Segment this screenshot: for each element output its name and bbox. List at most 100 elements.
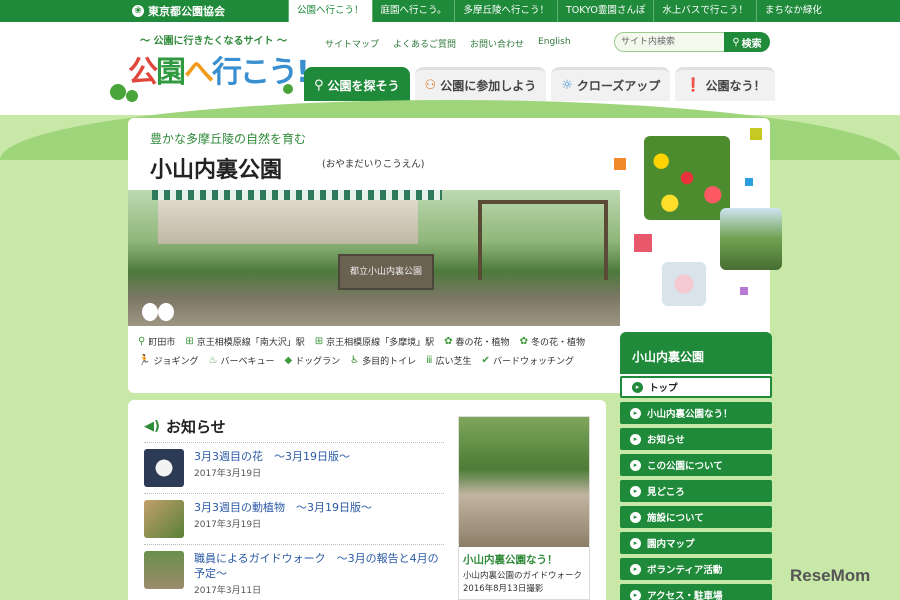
promo-date: 2016年8月13日撮影 <box>463 584 544 594</box>
top-bar: ❀ 東京都公園協会 公園へ行こう！ 庭園へ行こう。 多摩丘陵へ行こう！ TOKY… <box>0 0 900 22</box>
info-station-1[interactable]: ⊞ 京王相模原線「南大沢」駅 <box>185 335 304 348</box>
info-winter-flowers[interactable]: ✿ 冬の花・植物 <box>520 335 585 348</box>
tab-join-park[interactable]: ⚇ 公園に参加しよう <box>414 67 547 101</box>
decor-square <box>634 234 652 252</box>
logo-char-3: へ <box>184 55 214 90</box>
contact-link[interactable]: お問い合わせ <box>470 37 524 50</box>
promo-photo <box>459 417 589 547</box>
news-headline[interactable]: 3月3週目の動植物 〜3月19日版〜 <box>194 500 372 515</box>
pond-photo <box>720 208 782 270</box>
news-headline[interactable]: 3月3週目の花 〜3月19日版〜 <box>194 449 350 464</box>
news-list: 3月3週目の花 〜3月19日版〜 2017年3月19日 3月3週目の動植物 〜3… <box>144 442 444 600</box>
top-nav: 公園へ行こう！ 庭園へ行こう。 多摩丘陵へ行こう！ TOKYO霊園さんぽ 水上バ… <box>288 0 830 22</box>
news-headline[interactable]: 職員によるガイドウォーク 〜3月の報告と4月の予定〜 <box>194 551 444 581</box>
sidemenu-item-map[interactable]: 園内マップ <box>620 532 772 554</box>
top-nav-garden[interactable]: 庭園へ行こう。 <box>371 0 455 22</box>
top-nav-cemetery[interactable]: TOKYO霊園さんぽ <box>556 0 653 22</box>
bird-icon: ✔ <box>481 355 490 366</box>
sidemenu-item-now[interactable]: 小山内裏公園なう！ <box>620 402 772 424</box>
sitemap-link[interactable]: サイトマップ <box>325 37 379 50</box>
decor-square <box>745 178 753 186</box>
info-location[interactable]: ⚲ 町田市 <box>138 335 175 348</box>
news-section: ◀) お知らせ 3月3週目の花 〜3月19日版〜 2017年3月19日 3月3週… <box>128 400 606 600</box>
tab-park-now[interactable]: ❗ 公園なう！ <box>675 67 776 101</box>
search-input[interactable]: サイト内検索 <box>614 32 726 52</box>
info-lawn[interactable]: ⅲ 広い芝生 <box>426 354 471 367</box>
news-date: 2017年3月19日 <box>194 520 262 530</box>
sidemenu: トップ 小山内裏公園なう！ お知らせ この公園について 見どころ 施設について … <box>620 376 772 600</box>
top-nav-tama[interactable]: 多摩丘陵へ行こう！ <box>454 0 557 22</box>
tree-decoration-icon <box>142 303 174 325</box>
exclamation-icon: ❗ <box>685 78 702 93</box>
sidemenu-item-highlights[interactable]: 見どころ <box>620 480 772 502</box>
lightbulb-icon: ☼ <box>561 78 573 93</box>
tulip-photo <box>644 136 730 220</box>
site-logo[interactable]: 公園へ行こう! <box>128 47 310 91</box>
photo-pergola <box>478 200 608 280</box>
promo-title: 小山内裏公園なう！ <box>463 554 558 566</box>
sidemenu-item-top[interactable]: トップ <box>620 376 772 398</box>
runner-icon: 🏃 <box>138 355 151 366</box>
info-bbq[interactable]: ♨ バーベキュー <box>208 354 274 367</box>
sidemenu-item-volunteer[interactable]: ボランティア活動 <box>620 558 772 580</box>
tree-icon <box>126 90 138 102</box>
search-button[interactable]: ⚲ 検索 <box>724 32 770 52</box>
grass-icon: ⅲ <box>426 355 433 366</box>
sidemenu-item-news[interactable]: お知らせ <box>620 428 772 450</box>
info-jogging[interactable]: 🏃 ジョギング <box>138 354 198 367</box>
sidemenu-item-about[interactable]: この公園について <box>620 454 772 476</box>
tab-closeup[interactable]: ☼ クローズアップ <box>551 67 671 101</box>
search-icon: ⚲ <box>732 36 740 48</box>
park-reading: (おやまだいりこうえん) <box>322 159 425 170</box>
search-icon: ⚲ <box>314 78 324 93</box>
news-item[interactable]: 3月3週目の動植物 〜3月19日版〜 2017年3月19日 <box>144 493 444 544</box>
news-thumb <box>144 449 184 487</box>
logo-char-4: 行こう! <box>212 55 310 90</box>
info-spring-flowers[interactable]: ✿ 春の花・植物 <box>444 335 509 348</box>
people-icon: ⚇ <box>424 78 437 93</box>
sidemenu-item-access[interactable]: アクセス・駐車場 <box>620 584 772 600</box>
org-link[interactable]: ❀ 東京都公園協会 <box>132 0 225 22</box>
news-thumb <box>144 551 184 589</box>
park-subtitle: 豊かな多摩丘陵の自然を育む <box>150 132 307 146</box>
info-birdwatching[interactable]: ✔ バードウォッチング <box>482 354 574 367</box>
flower-icon: ✿ <box>519 336 528 347</box>
tab-label: クローズアップ <box>576 79 661 93</box>
watermark-logo: ReseMom <box>790 566 871 585</box>
info-dogrun[interactable]: ◆ ドッグラン <box>284 354 340 367</box>
park-info: ⚲ 町田市 ⊞ 京王相模原線「南大沢」駅 ⊞ 京王相模原線「多摩境」駅 ✿ 春の花・植物… <box>138 335 618 373</box>
news-title: お知らせ <box>165 418 226 436</box>
train-icon: ⊞ <box>185 336 194 347</box>
sidemenu-item-facilities[interactable]: 施設について <box>620 506 772 528</box>
news-item[interactable]: 3月3週目の花 〜3月19日版〜 2017年3月19日 <box>144 442 444 493</box>
speaker-icon: ◀) <box>144 419 160 434</box>
news-item[interactable]: 職員によるガイドウォーク 〜3月の報告と4月の予定〜 2017年3月11日 <box>144 544 444 600</box>
english-link[interactable]: English <box>538 37 571 50</box>
info-row-access: ⚲ 町田市 ⊞ 京王相模原線「南大沢」駅 ⊞ 京王相模原線「多摩境」駅 ✿ 春の花・植物… <box>138 335 618 348</box>
tree-icon <box>283 84 293 94</box>
info-toilet[interactable]: ♿ 多目的トイレ <box>350 354 416 367</box>
tab-label: 公園を探そう <box>327 79 400 93</box>
park-now-promo[interactable]: 小山内裏公園なう！ 小山内裏公園のガイドウォーク 2016年8月13日撮影 <box>458 416 590 600</box>
top-nav-waterbus[interactable]: 水上バスで行こう！ <box>653 0 756 22</box>
top-nav-greening[interactable]: まちなか緑化 <box>755 0 830 22</box>
org-name: 東京都公園協会 <box>148 5 225 18</box>
info-station-2[interactable]: ⊞ 京王相模原線「多摩境」駅 <box>315 335 434 348</box>
top-nav-park[interactable]: 公園へ行こう！ <box>288 0 372 22</box>
logo-char-1: 公 <box>128 55 158 90</box>
tree-icon <box>110 84 126 100</box>
tab-find-park[interactable]: ⚲ 公園を探そう <box>304 67 410 101</box>
main-tabs: ⚲ 公園を探そう ⚇ 公園に参加しよう ☼ クローズアップ ❗ 公園なう！ <box>304 67 776 101</box>
decor-square <box>614 158 626 170</box>
utility-links: サイトマップ よくあるご質問 お問い合わせ English <box>325 37 571 50</box>
decor-square <box>750 128 762 140</box>
photo-roof <box>152 190 442 200</box>
faq-link[interactable]: よくあるご質問 <box>393 37 456 50</box>
org-logo-icon: ❀ <box>132 5 144 17</box>
search-button-label: 検索 <box>741 38 762 50</box>
info-row-facilities: 🏃 ジョギング ♨ バーベキュー ◆ ドッグラン ♿ 多目的トイレ ⅲ 広い芝生 ✔ バード… <box>138 354 618 367</box>
promo-desc: 小山内裏公園のガイドウォーク <box>463 571 583 581</box>
dog-icon: ◆ <box>284 355 293 366</box>
tagline: 〜 公園に行きたくなるサイト 〜 <box>140 36 287 47</box>
news-heading: ◀) お知らせ <box>144 416 226 437</box>
